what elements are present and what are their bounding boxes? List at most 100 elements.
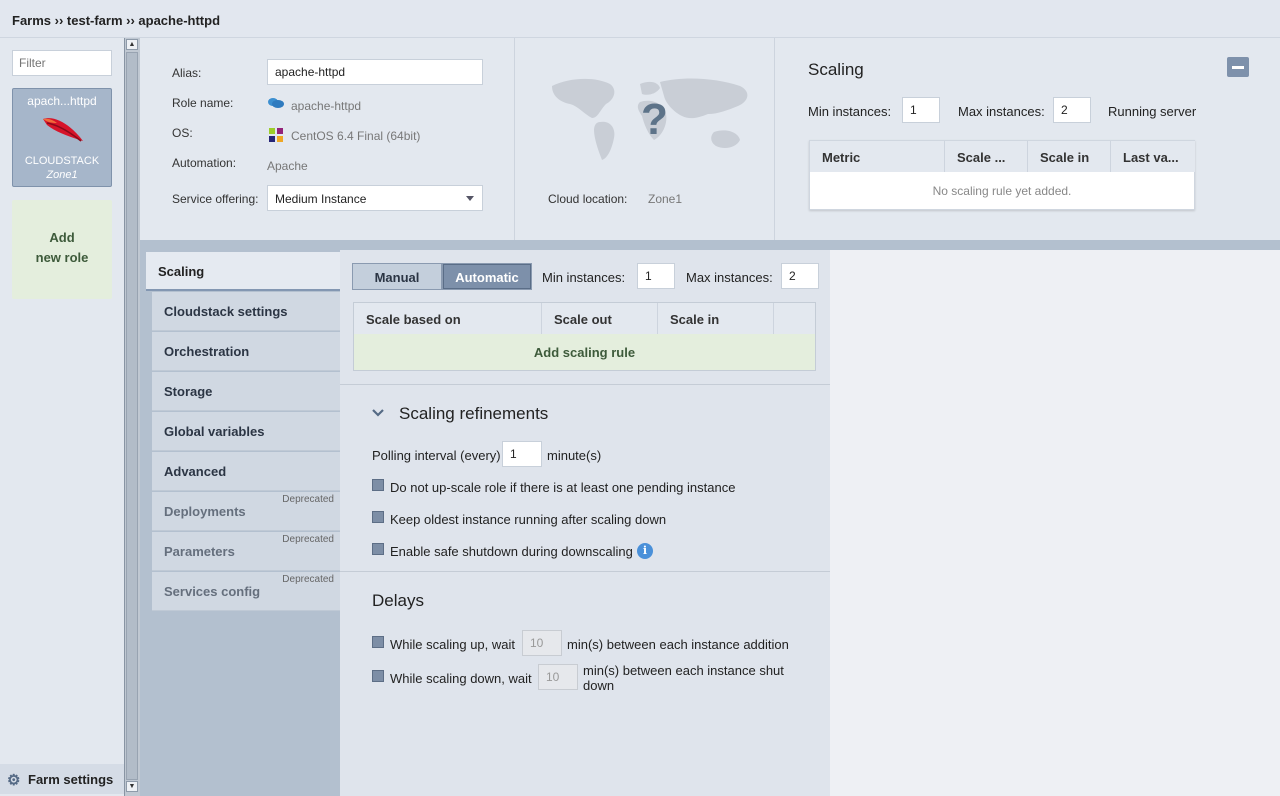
role-tile-zone: Zone1 [46, 169, 78, 181]
collapse-chevron-icon[interactable] [372, 407, 384, 421]
column-header-scale-in[interactable]: Scale in [1028, 141, 1111, 172]
svg-text:?: ? [641, 95, 668, 144]
min-instances-label: Min instances: [542, 270, 626, 285]
scale-down-delay-label: While scaling down, wait [390, 671, 532, 686]
add-role-label-line2: new role [35, 250, 89, 265]
section-divider-band [140, 240, 1280, 250]
tab-orchestration[interactable]: Orchestration [152, 332, 340, 371]
panel-divider [774, 38, 775, 240]
service-offering-label: Service offering: [172, 192, 259, 206]
os-label: OS: [172, 126, 193, 140]
service-offering-select[interactable]: Medium Instance [267, 185, 483, 211]
min-instances-input[interactable] [637, 263, 675, 289]
info-icon[interactable]: i [637, 543, 653, 559]
world-map-icon: ? [548, 74, 756, 169]
polling-unit-label: minute(s) [547, 448, 602, 463]
section-divider [340, 384, 830, 385]
automation-label: Automation: [172, 156, 237, 170]
scroll-up-arrow-icon[interactable]: ▲ [126, 39, 138, 50]
breadcrumb: Farms ›› test-farm ›› apache-httpd [12, 13, 221, 28]
max-instances-label: Max instances: [686, 270, 773, 285]
tab-cloudstack-settings[interactable]: Cloudstack settings [152, 292, 340, 331]
max-instances-input[interactable] [781, 263, 819, 289]
tab-label: Global variables [164, 424, 265, 439]
summary-min-input[interactable] [902, 97, 940, 123]
scaling-summary-title: Scaling [808, 60, 864, 79]
alias-input[interactable] [267, 59, 483, 85]
column-header-actions [774, 303, 815, 335]
scaling-refinements-title[interactable]: Scaling refinements [399, 404, 548, 424]
panel-divider [514, 38, 515, 240]
tab-label: Parameters [164, 544, 235, 559]
tab-label: Scaling [158, 264, 205, 279]
role-tile-apache-httpd[interactable]: apach...httpd CLOUDSTACK Zone1 [12, 88, 112, 187]
scale-up-delay-checkbox[interactable] [372, 636, 384, 648]
tab-services-config[interactable]: Services config Deprecated [152, 572, 340, 611]
minimize-icon[interactable] [1227, 57, 1249, 77]
column-header-last-value[interactable]: Last va... [1111, 141, 1195, 172]
farm-settings-button[interactable]: ⚙ Farm settings [0, 764, 124, 794]
summary-max-label: Max instances: [958, 104, 1045, 119]
tab-deployments[interactable]: Deployments Deprecated [152, 492, 340, 531]
polling-interval-input[interactable] [502, 441, 542, 467]
role-name-label: Role name: [172, 96, 234, 110]
cloud-icon [267, 97, 285, 112]
safe-shutdown-checkbox[interactable] [372, 543, 384, 555]
delays-title: Delays [372, 591, 424, 610]
tab-storage[interactable]: Storage [152, 372, 340, 411]
role-tile-name: apach...httpd [27, 94, 97, 108]
filter-input[interactable] [12, 50, 112, 76]
keep-oldest-label: Keep oldest instance running after scali… [390, 512, 667, 527]
empty-table-message: No scaling rule yet added. [932, 184, 1072, 198]
pending-instance-label: Do not up-scale role if there is at leas… [390, 480, 736, 495]
column-header-metric[interactable]: Metric [810, 141, 945, 172]
scale-up-delay-input[interactable] [522, 630, 562, 656]
scale-down-delay-suffix-1: min(s) between each instance shut [583, 663, 784, 678]
tab-label: Deployments [164, 504, 246, 519]
metrics-table: Metric Scale ... Scale in Last va... No … [809, 140, 1195, 210]
scale-down-delay-checkbox[interactable] [372, 670, 384, 682]
section-divider [340, 571, 830, 572]
gear-icon: ⚙ [7, 772, 21, 789]
keep-oldest-checkbox[interactable] [372, 511, 384, 523]
column-header-scale-in[interactable]: Scale in [658, 303, 774, 335]
alias-label: Alias: [172, 66, 202, 80]
scale-up-delay-label: While scaling up, wait [390, 637, 515, 652]
summary-max-input[interactable] [1053, 97, 1091, 123]
tab-parameters[interactable]: Parameters Deprecated [152, 532, 340, 571]
automatic-toggle-button[interactable]: Automatic [442, 263, 532, 290]
scale-down-delay-suffix-2: down [583, 678, 615, 693]
farm-settings-label: Farm settings [28, 772, 114, 787]
polling-interval-label: Polling interval (every) [372, 448, 501, 463]
scroll-down-arrow-icon[interactable]: ▼ [126, 781, 138, 792]
tab-global-variables[interactable]: Global variables [152, 412, 340, 451]
service-offering-value: Medium Instance [275, 192, 367, 206]
empty-area [830, 250, 1280, 796]
tab-label: Services config [164, 584, 261, 599]
tab-scaling[interactable]: Scaling [146, 252, 340, 291]
automation-value: Apache [267, 159, 308, 173]
cloud-location-label: Cloud location: [548, 192, 628, 206]
add-new-role-button[interactable]: Add new role [12, 200, 112, 299]
tab-label: Orchestration [164, 344, 250, 359]
scale-down-delay-input[interactable] [538, 664, 578, 690]
tab-label: Advanced [164, 464, 227, 479]
tab-advanced[interactable]: Advanced [152, 452, 340, 491]
pending-instance-checkbox[interactable] [372, 479, 384, 491]
role-name-value: apache-httpd [291, 99, 362, 113]
add-scaling-rule-button[interactable]: Add scaling rule [354, 334, 815, 370]
scrollbar-thumb[interactable] [126, 52, 138, 780]
apache-feather-icon [41, 115, 85, 148]
deprecated-badge: Deprecated [282, 534, 334, 545]
column-header-scale-based-on[interactable]: Scale based on [354, 303, 542, 335]
chevron-down-icon [466, 196, 474, 201]
cloud-location-value: Zone1 [648, 192, 683, 206]
role-tile-platform: CLOUDSTACK [24, 155, 100, 167]
column-header-scale-out[interactable]: Scale out [542, 303, 658, 335]
tab-label: Storage [164, 384, 213, 399]
running-servers-label: Running servers [1108, 104, 1196, 119]
column-header-scale-out[interactable]: Scale ... [945, 141, 1028, 172]
manual-toggle-button[interactable]: Manual [352, 263, 442, 290]
safe-shutdown-label: Enable safe shutdown during downscaling [390, 544, 633, 559]
deprecated-badge: Deprecated [282, 494, 334, 505]
